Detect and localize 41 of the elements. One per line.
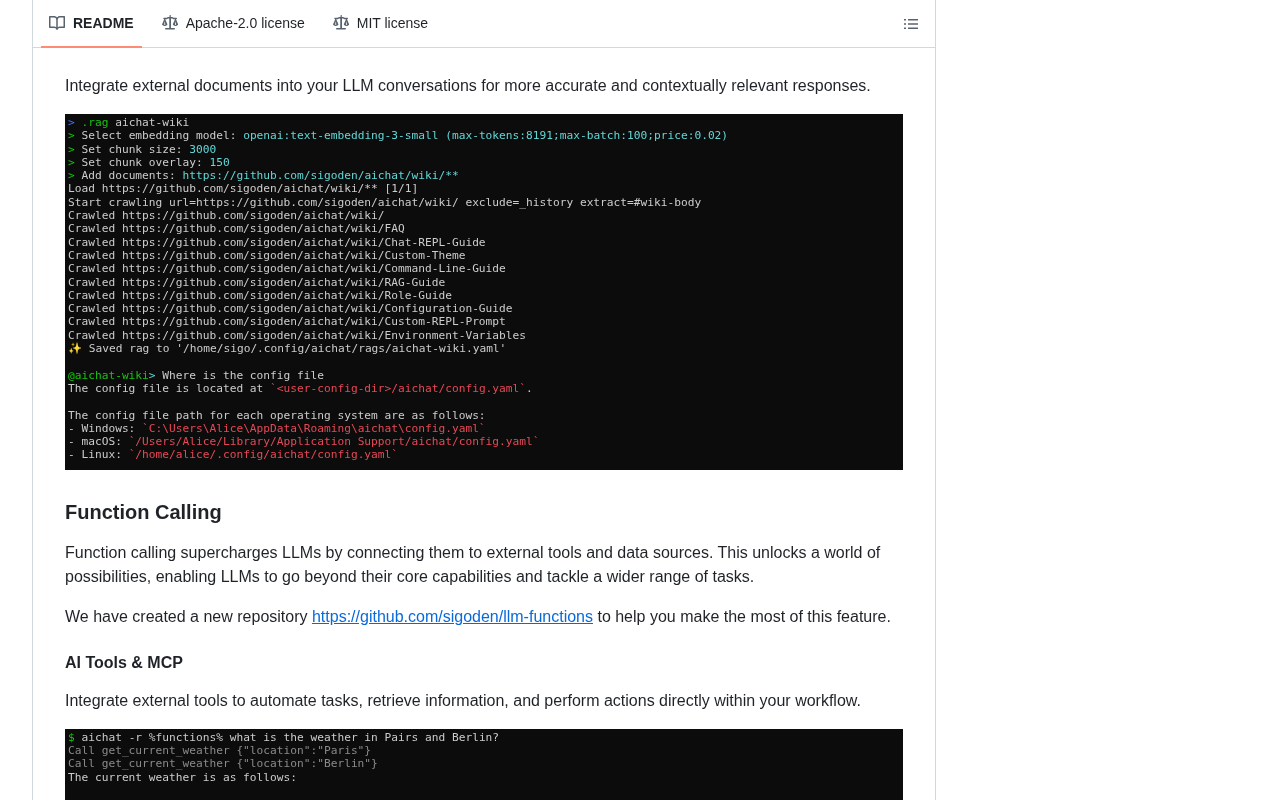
- book-icon: [49, 15, 65, 31]
- terminal-line: ✨ Saved rag to '/home/sigo/.config/aichat/rags/aichat-wiki.yaml': [68, 342, 507, 356]
- scale-icon: [332, 15, 349, 31]
- paragraph: We have created a new repository https://github.com/sigoden/llm-functions to help you make the most of this feature.: [65, 606, 892, 627]
- terminal-line: > Select embedding model: openai:text-embedding-3-small (max-tokens:8191;max-batch:100;price:0.02): [68, 129, 729, 143]
- scale-icon: [161, 15, 178, 31]
- terminal-line: The config file path for each operating system are as follows:: [68, 408, 486, 422]
- terminal-line: > Add documents: https://github.com/sigoden/aichat/wiki/**: [68, 169, 459, 183]
- terminal-line: Start crawling url=https://github.com/sigoden/aichat/wiki/ exclude=_history extract=#wiki-body: [68, 195, 702, 210]
- terminal-line: Crawled https://github.com/sigoden/aichat/wiki/Custom-REPL-Prompt: [68, 315, 506, 329]
- terminal-line: Crawled https://github.com/sigoden/aichat/wiki/RAG-Guide: [68, 275, 446, 289]
- terminal-line: - Linux: `/home/alice/.config/aichat/config.yaml`: [68, 448, 399, 462]
- terminal-line: Crawled https://github.com/sigoden/aichat/wiki/Command-Line-Guide: [68, 262, 506, 276]
- terminal-line: Call get_current_weather {"location":"Paris"}: [68, 744, 372, 758]
- tab[interactable]: MIT license: [324, 0, 437, 48]
- terminal-line: Crawled https://github.com/sigoden/aichat/wiki/Role-Guide: [68, 288, 452, 303]
- terminal-line: @aichat-wiki> Where is the config file: [68, 368, 324, 382]
- terminal-line: > Set chunk size: 3000: [68, 142, 217, 156]
- subsection-heading: AI Tools & MCP: [65, 652, 184, 673]
- terminal-line: $ aichat -r %functions% what is the weather in Pairs and Berlin?: [68, 730, 500, 744]
- terminal-line: > Set chunk overlay: 150: [68, 155, 230, 170]
- terminal-line: The current weather is as follows:: [68, 770, 297, 784]
- terminal-line: Call get_current_weather {"location":"Berlin"}: [68, 757, 378, 771]
- terminal-line: Crawled https://github.com/sigoden/aichat/wiki/Chat-REPL-Guide: [68, 235, 486, 249]
- terminal-line: Crawled https://github.com/sigoden/aichat/wiki/Environment-Variables: [68, 328, 526, 343]
- paragraph: Integrate external tools to automate tasks, retrieve information, and perform actions directly within your workflow.: [65, 690, 862, 711]
- terminal-line: The config file is located at `<user-config-dir>/aichat/config.yaml`.: [68, 381, 533, 396]
- terminal-line: > .rag aichat-wiki: [68, 116, 190, 130]
- section-heading: Function Calling: [65, 499, 223, 525]
- terminal-line: Load https://github.com/sigoden/aichat/wiki/** [1/1]: [68, 182, 419, 196]
- terminal-line: Crawled https://github.com/sigoden/aichat/wiki/FAQ: [68, 222, 405, 236]
- terminal-line: Crawled https://github.com/sigoden/aichat/wiki/: [68, 209, 385, 223]
- tab[interactable]: README: [41, 0, 142, 48]
- paragraph: Integrate external documents into your LLM conversations for more accurate and contextually relevant responses.: [65, 76, 872, 96]
- paragraph: Function calling supercharges LLMs by connecting them to external tools and data sources. This unlocks a world of possibilities, enabling LLMs to go beyond their core capabilities and tackle a wider range of tasks.: [65, 542, 882, 587]
- terminal-line: - macOS: `/Users/Alice/Library/Application Support/aichat/config.yaml`: [68, 435, 540, 449]
- tab[interactable]: Apache-2.0 license: [153, 0, 313, 48]
- terminal-line: - Windows: `C:\Users\Alice\AppData\Roaming\aichat\config.yaml`: [68, 421, 486, 436]
- terminal-line: Crawled https://github.com/sigoden/aichat/wiki/Custom-Theme: [68, 248, 466, 263]
- repository-link[interactable]: https://github.com/sigoden/llm-functions: [311, 607, 593, 625]
- terminal-line: Crawled https://github.com/sigoden/aichat/wiki/Configuration-Guide: [68, 302, 513, 316]
